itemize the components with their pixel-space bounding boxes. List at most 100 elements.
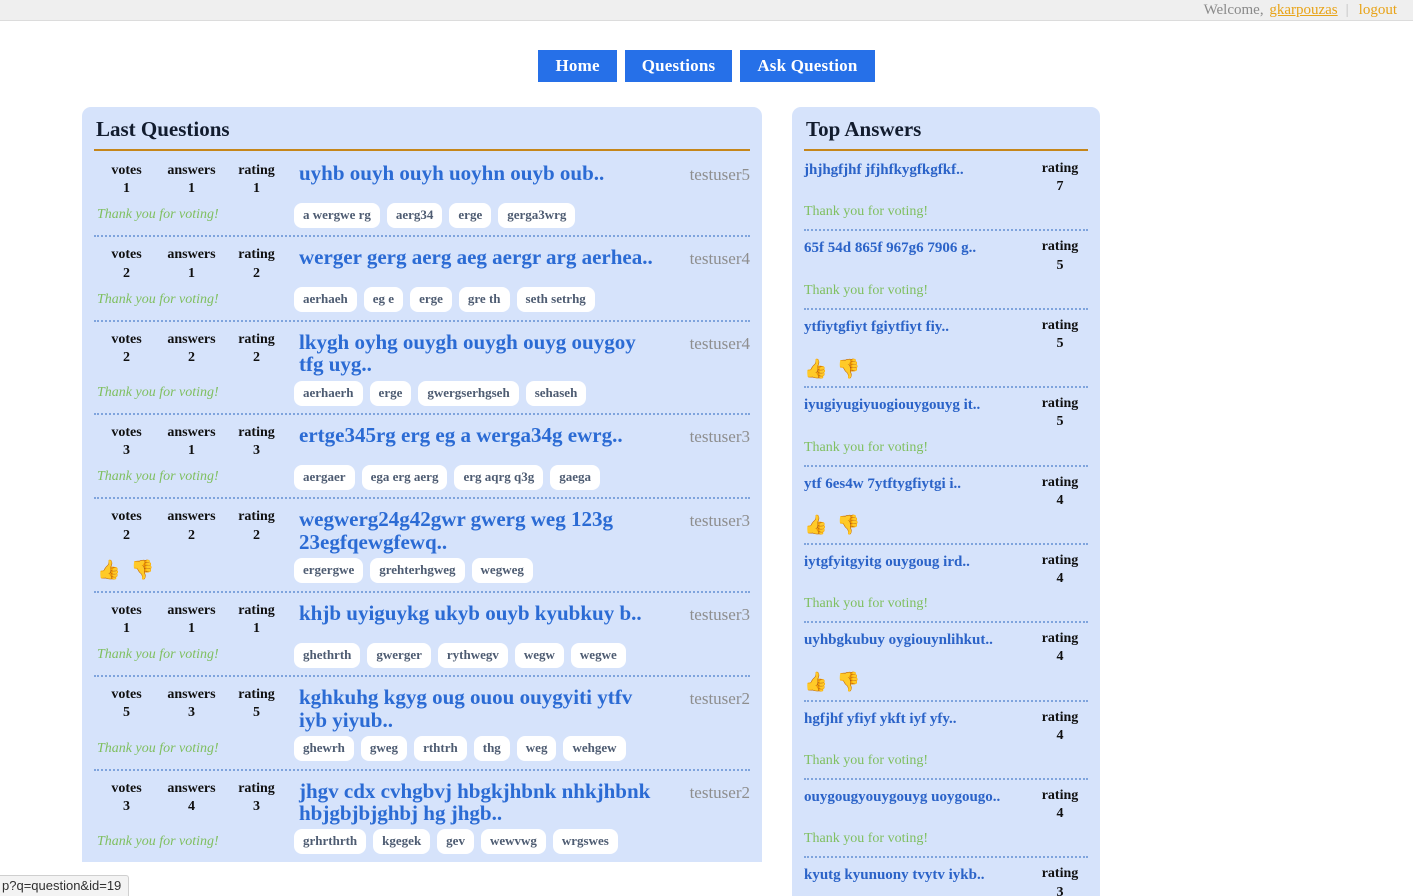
thumb-up-icon[interactable]: 👍	[804, 360, 828, 379]
answers-stat: answers2	[159, 508, 224, 544]
question-tag[interactable]: grehterhgweg	[370, 558, 464, 583]
thanks-for-voting-label: Thank you for voting!	[804, 596, 928, 612]
answer-title-link[interactable]: ouygougyouygouyg uoygougo..	[804, 787, 1032, 806]
answer-rating: rating5	[1032, 317, 1088, 353]
question-tag[interactable]: gev	[437, 829, 474, 854]
nav-home-button[interactable]: Home	[538, 50, 616, 82]
question-tag[interactable]: aerhaeh	[294, 287, 357, 312]
answer-title-link[interactable]: uyhbgkubuy oygiouynlihkut..	[804, 630, 1032, 649]
thumb-down-icon[interactable]: 👎	[131, 561, 155, 580]
votes-stat: votes2	[94, 246, 159, 282]
question-tag[interactable]: gwergserhgseh	[418, 381, 518, 406]
question-tag[interactable]: sehaseh	[526, 381, 587, 406]
answer-row: iytgfyitgyitg ouygoug ird..rating4Thank …	[804, 545, 1088, 623]
answer-rating: rating4	[1032, 709, 1088, 745]
question-tags: a wergwe rg aerg34erge gerga3wrg	[294, 203, 575, 228]
nav-questions-button[interactable]: Questions	[625, 50, 733, 82]
question-main: jhgv cdx cvhgbvj hbgkjhbnk nhkjhbnk hbjg…	[289, 780, 654, 825]
answers-stat: answers1	[159, 162, 224, 198]
question-tag[interactable]: aerhaerh	[294, 381, 363, 406]
votes-stat: votes2	[94, 331, 159, 367]
question-title-link[interactable]: ertge345rg erg eg a werga34g ewrg..	[299, 424, 654, 447]
answer-title-link[interactable]: hgfjhf yfiyf ykft iyf yfy..	[804, 709, 1032, 728]
question-tag[interactable]: wewvwg	[481, 829, 546, 854]
answer-title-link[interactable]: kyutg kyunuony tvytv iykb..	[804, 865, 1032, 884]
thumb-down-icon[interactable]: 👎	[837, 360, 861, 379]
question-tag[interactable]: a wergwe rg	[294, 203, 380, 228]
question-tag[interactable]: erge	[410, 287, 452, 312]
question-tag[interactable]: thg	[474, 736, 510, 761]
question-tag[interactable]: rythwegv	[438, 643, 508, 668]
answer-title-link[interactable]: 65f 54d 865f 967g6 7906 g..	[804, 238, 1032, 257]
question-tag[interactable]: ghewrh	[294, 736, 354, 761]
answer-row: ytf 6es4w 7ytftygfiytgi i..rating4👍👎	[804, 467, 1088, 545]
answer-footer: Thank you for voting!	[804, 749, 1088, 773]
questions-list: votes1answers1rating1uyhb ouyh ouyh uoyh…	[94, 153, 750, 862]
thumb-up-icon[interactable]: 👍	[804, 673, 828, 692]
question-tag[interactable]: erge	[449, 203, 491, 228]
thanks-for-voting-label: Thank you for voting!	[97, 207, 219, 223]
question-tag[interactable]: gweg	[361, 736, 407, 761]
answer-rating: rating4	[1032, 630, 1088, 666]
question-title-link[interactable]: khjb uyiguykg ukyb ouyb kyubkuy b..	[299, 602, 654, 625]
question-tag[interactable]: weg	[517, 736, 557, 761]
answer-row: jhjhgfjhf jfjhfkygfkgfkf..rating7Thank y…	[804, 153, 1088, 231]
question-main: uyhb ouyh ouyh uoyhn ouyb oub..	[289, 162, 654, 185]
thumb-down-icon[interactable]: 👎	[837, 673, 861, 692]
username-link[interactable]: gkarpouzas	[1269, 2, 1337, 19]
answer-row: 65f 54d 865f 967g6 7906 g..rating5Thank …	[804, 231, 1088, 309]
answer-header: hgfjhf yfiyf ykft iyf yfy..rating4	[804, 709, 1088, 745]
thumb-down-icon[interactable]: 👎	[837, 516, 861, 535]
question-tag[interactable]: wegwe	[571, 643, 626, 668]
question-tag[interactable]: grhrthrth	[294, 829, 366, 854]
logout-link[interactable]: logout	[1359, 2, 1397, 19]
answer-footer: 👍👎	[804, 514, 1088, 538]
question-row: votes3answers1rating3ertge345rg erg eg a…	[94, 415, 750, 499]
thumb-up-icon[interactable]: 👍	[97, 561, 121, 580]
question-tag[interactable]: wegw	[515, 643, 564, 668]
question-tag[interactable]: erge	[370, 381, 412, 406]
question-footer: Thank you for voting! a wergwe rg aerg34er…	[94, 201, 750, 229]
answer-title-link[interactable]: ytf 6es4w 7ytftygfiytgi i..	[804, 474, 1032, 493]
question-tag[interactable]: gwerger	[367, 643, 430, 668]
question-tag[interactable]: gaega	[550, 465, 600, 490]
question-title-link[interactable]: jhgv cdx cvhgbvj hbgkjhbnk nhkjhbnk hbjg…	[299, 780, 654, 825]
thumb-up-icon[interactable]: 👍	[804, 516, 828, 535]
question-tag[interactable]: rthtrh	[414, 736, 467, 761]
question-title-link[interactable]: uyhb ouyh ouyh uoyhn ouyb oub..	[299, 162, 654, 185]
question-tag[interactable]: eg e	[364, 287, 403, 312]
question-tag[interactable]: aerg34	[387, 203, 443, 228]
question-tag[interactable]: wegweg	[472, 558, 533, 583]
question-tag[interactable]: gre th	[459, 287, 510, 312]
rating-stat: rating1	[224, 162, 289, 198]
question-title-link[interactable]: lkygh oyhg ouygh ouygh ouyg ouygoy tfg u…	[299, 331, 654, 376]
question-title-link[interactable]: werger gerg aerg aeg aergr arg aerhea..	[299, 246, 654, 269]
vote-area: Thank you for voting!	[94, 834, 294, 850]
question-tag[interactable]: ghethrth	[294, 643, 360, 668]
question-tag[interactable]: wehgew	[563, 736, 625, 761]
answers-stat: answers1	[159, 246, 224, 282]
question-tag[interactable]: gerga3wrg	[498, 203, 575, 228]
question-tag[interactable]: wrgswes	[553, 829, 618, 854]
question-title-link[interactable]: wegwerg24g42gwr gwerg weg 123g 23egfqewg…	[299, 508, 654, 553]
question-tag[interactable]: seth setrhg	[517, 287, 595, 312]
answer-footer: Thank you for voting!	[804, 592, 1088, 616]
answer-rating: rating7	[1032, 160, 1088, 196]
answer-title-link[interactable]: jhjhgfjhf jfjhfkygfkgfkf..	[804, 160, 1032, 179]
thanks-for-voting-label: Thank you for voting!	[804, 283, 928, 299]
rating-stat: rating5	[224, 686, 289, 722]
nav-ask-question-button[interactable]: Ask Question	[740, 50, 874, 82]
question-tag[interactable]: kgegek	[373, 829, 430, 854]
question-title-link[interactable]: kghkuhg kgyg oug ouou ouygyiti ytfv iyb …	[299, 686, 654, 731]
question-tag[interactable]: aergaer	[294, 465, 355, 490]
question-tag[interactable]: erg aqrg q3g	[454, 465, 543, 490]
answer-title-link[interactable]: ytfiytgfiyt fgiytfiyt fiy..	[804, 317, 1032, 336]
question-row: votes2answers2rating2lkygh oyhg ouygh ou…	[94, 322, 750, 415]
votes-stat: votes1	[94, 162, 159, 198]
question-tag[interactable]: ergergwe	[294, 558, 363, 583]
answer-title-link[interactable]: iyugiyugiyuogiouygouyg it..	[804, 395, 1032, 414]
answer-title-link[interactable]: iytgfyitgyitg ouygoug ird..	[804, 552, 1032, 571]
vote-area: Thank you for voting!	[94, 385, 294, 401]
question-tag[interactable]: ega erg aerg	[362, 465, 448, 490]
vote-area: Thank you for voting!	[94, 741, 294, 757]
